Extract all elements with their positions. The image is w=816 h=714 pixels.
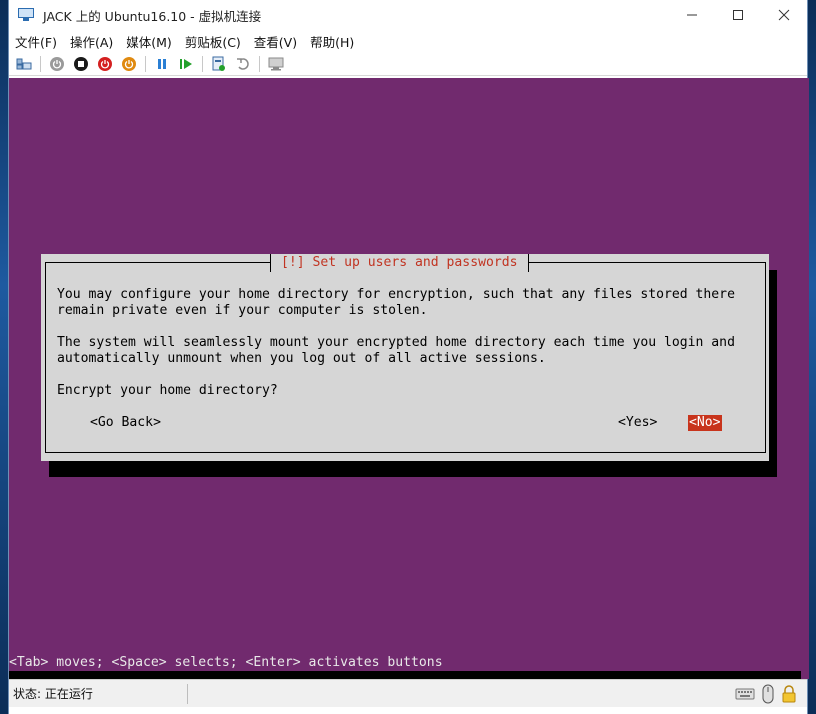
vm-connection-app-icon	[17, 8, 35, 22]
resume-button[interactable]	[174, 53, 198, 75]
keyboard-icon	[735, 688, 755, 699]
turn-off-button[interactable]	[69, 53, 93, 75]
revert-button[interactable]	[231, 53, 255, 75]
ctrl-alt-del-icon	[16, 58, 32, 69]
dialog-text-line: remain private even if your computer is …	[57, 303, 428, 318]
lock-icon	[782, 684, 796, 702]
toolbar-separator	[40, 55, 41, 72]
vm-status: 状态: 正在运行	[13, 687, 93, 701]
checkpoint-button[interactable]	[207, 53, 231, 75]
checkpoint-icon	[212, 56, 225, 71]
go-back-button[interactable]: <Go Back>	[90, 415, 161, 431]
enhanced-session-icon	[268, 57, 284, 70]
window-title: JACK 上的 Ubuntu16.10 - 虚拟机连接	[43, 8, 262, 24]
start-icon	[50, 56, 64, 71]
pause-button[interactable]	[150, 53, 174, 75]
dialog-question: Encrypt your home directory?	[57, 383, 278, 398]
vm-connection-window: JACK 上的 Ubuntu16.10 - 虚拟机连接 文件(F) 操作(A) …	[8, 0, 809, 714]
no-button[interactable]: <No>	[688, 415, 722, 431]
save-icon	[122, 56, 136, 71]
dialog-text-line: You may configure your home directory fo…	[57, 287, 735, 302]
status-icons	[735, 684, 807, 704]
menu-file[interactable]: 文件(F)	[15, 31, 57, 52]
dialog-text-line: automatically unmount when you log out o…	[57, 351, 546, 366]
installer-dialog: [!] Set up users and passwords You may c…	[41, 254, 769, 461]
yes-button[interactable]: <Yes>	[618, 415, 657, 431]
resume-icon	[180, 58, 192, 69]
toolbar-separator	[259, 55, 260, 72]
turn-off-icon	[74, 56, 88, 71]
menu-media[interactable]: 媒体(M)	[126, 31, 172, 52]
shutdown-button[interactable]	[93, 53, 117, 75]
menu-clipboard[interactable]: 剪贴板(C)	[185, 31, 241, 52]
mouse-icon	[762, 684, 774, 703]
dialog-title: [!] Set up users and passwords	[270, 254, 529, 272]
revert-icon	[237, 57, 249, 70]
close-icon	[778, 9, 790, 21]
status-separator	[187, 683, 188, 704]
minimize-button[interactable]	[669, 0, 715, 30]
title-bar[interactable]: JACK 上的 Ubuntu16.10 - 虚拟机连接	[9, 0, 807, 30]
enhanced-session-button[interactable]	[264, 53, 288, 75]
minimize-icon	[687, 14, 697, 16]
menu-action[interactable]: 操作(A)	[70, 31, 113, 52]
installer-help-line: <Tab> moves; <Space> selects; <Enter> ac…	[9, 654, 809, 671]
ctrl-alt-del-button[interactable]	[12, 53, 36, 75]
shutdown-icon	[98, 56, 112, 71]
menu-view[interactable]: 查看(V)	[254, 31, 297, 52]
toolbar	[9, 52, 807, 76]
save-button[interactable]	[117, 53, 141, 75]
desktop-background-left	[0, 0, 8, 714]
toolbar-separator	[202, 55, 203, 72]
menu-bar: 文件(F) 操作(A) 媒体(M) 剪贴板(C) 查看(V) 帮助(H)	[9, 30, 807, 52]
vm-screen[interactable]: [!] Set up users and passwords You may c…	[9, 78, 809, 679]
close-button[interactable]	[761, 0, 807, 30]
dialog-text-line: The system will seamlessly mount your en…	[57, 335, 735, 350]
desktop-background-right	[808, 0, 816, 714]
maximize-button[interactable]	[715, 0, 761, 30]
status-bar: 状态: 正在运行	[9, 679, 807, 707]
menu-help[interactable]: 帮助(H)	[310, 31, 354, 52]
screen-bottom-bar	[9, 671, 801, 679]
maximize-icon	[733, 10, 743, 20]
start-button[interactable]	[45, 53, 69, 75]
pause-icon	[158, 58, 166, 69]
toolbar-separator	[145, 55, 146, 72]
